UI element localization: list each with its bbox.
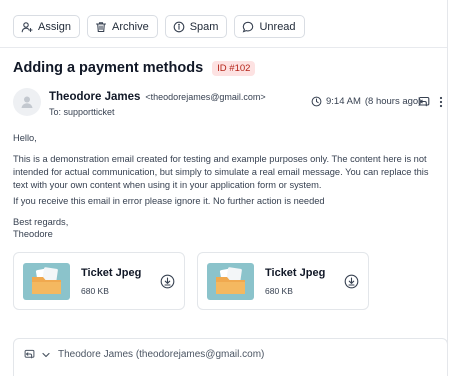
folder-icon xyxy=(216,267,245,294)
ticket-header: Adding a payment methods ID #102 xyxy=(13,60,256,76)
email-signature: Theodore xyxy=(13,229,53,239)
message-time: 9:14 AM xyxy=(326,96,361,107)
recipient-line: To: supportticket xyxy=(49,107,115,117)
email-greeting: Hello, xyxy=(13,133,37,143)
archive-button[interactable]: Archive xyxy=(87,15,158,38)
attachment-thumbnail xyxy=(207,263,254,300)
attachment-card[interactable]: Ticket Jpeg 680 KB xyxy=(13,252,185,310)
download-icon[interactable] xyxy=(344,274,359,289)
download-icon[interactable] xyxy=(160,274,175,289)
reply-recipient: Theodore James (theodorejames@gmail.com) xyxy=(58,349,265,360)
sender-name: Theodore James xyxy=(49,91,141,103)
clock-icon xyxy=(311,96,322,107)
reply-header: Theodore James (theodorejames@gmail.com) xyxy=(24,349,264,360)
message-relative-time: (8 hours ago) xyxy=(364,96,422,107)
attachment-thumbnail xyxy=(23,263,70,300)
ticket-subject: Adding a payment methods xyxy=(13,60,204,76)
attachment-name: Ticket Jpeg xyxy=(265,267,326,279)
unread-button[interactable]: Unread xyxy=(234,15,305,38)
action-toolbar: Assign Archive Spam Unread xyxy=(13,15,305,38)
reply-icon[interactable] xyxy=(418,96,430,108)
message-timestamp: 9:14 AM (8 hours ago) xyxy=(311,96,421,107)
attachment-size: 680 KB xyxy=(81,286,109,296)
unread-label: Unread xyxy=(259,20,296,33)
user-avatar-icon xyxy=(21,96,33,108)
spam-label: Spam xyxy=(189,20,219,33)
attachment-name: Ticket Jpeg xyxy=(81,267,142,279)
sender-info: Theodore James <theodorejames@gmail.com> xyxy=(49,91,266,103)
spam-button[interactable]: Spam xyxy=(164,15,228,38)
ticket-id-badge: ID #102 xyxy=(212,60,256,76)
chat-bubble-icon xyxy=(243,21,254,33)
reply-composer[interactable]: Theodore James (theodorejames@gmail.com) xyxy=(13,338,447,376)
attachment-size: 680 KB xyxy=(265,286,293,296)
chevron-down-icon[interactable] xyxy=(41,350,51,360)
trash-icon xyxy=(95,21,107,32)
reply-icon xyxy=(24,349,35,359)
email-detail-panel: Assign Archive Spam Unread Adding a paym… xyxy=(0,0,448,376)
assign-user-icon xyxy=(21,21,33,32)
assign-label: Assign xyxy=(38,20,72,33)
folder-icon xyxy=(32,267,61,294)
sender-avatar xyxy=(13,88,41,116)
email-body-paragraph: This is a demonstration email created fo… xyxy=(13,154,429,190)
toolbar-divider xyxy=(0,47,447,48)
sender-email: <theodorejames@gmail.com> xyxy=(145,92,266,102)
assign-button[interactable]: Assign xyxy=(13,15,81,38)
info-circle-icon xyxy=(173,21,185,32)
archive-label: Archive xyxy=(112,20,149,33)
attachment-card[interactable]: Ticket Jpeg 680 KB xyxy=(197,252,369,310)
more-vertical-icon[interactable] xyxy=(438,96,444,108)
email-notice: If you receive this email in error pleas… xyxy=(13,196,325,206)
